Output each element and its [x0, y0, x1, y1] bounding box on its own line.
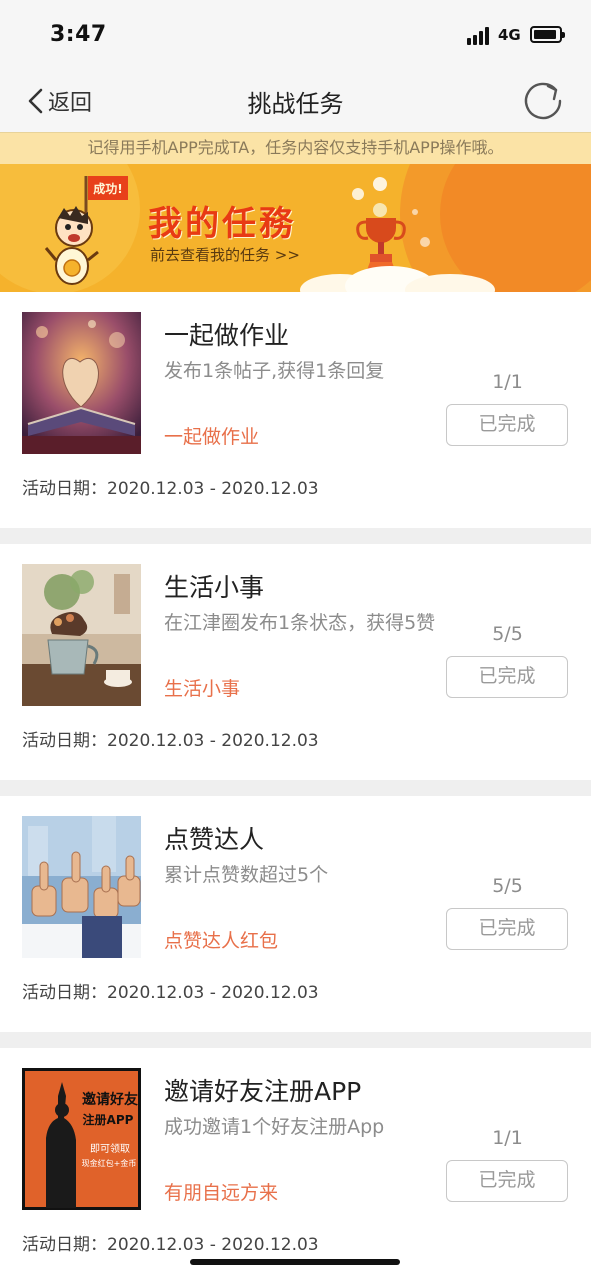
mascot-illustration: 成功! [44, 176, 128, 285]
task-card[interactable]: 生活小事 在江津圈发布1条状态，获得5赞 生活小事 5/5 已完成 活动日期：2… [0, 544, 591, 780]
cloud-illustration [300, 266, 495, 292]
signal-icon [467, 27, 491, 45]
poster-line4: 现金红包+金币 [82, 1158, 137, 1168]
task-name: 邀请好友注册APP [164, 1077, 362, 1106]
task-name: 点赞达人 [164, 825, 265, 854]
completed-button[interactable]: 已完成 [446, 656, 568, 698]
task-dates: 活动日期：2020.12.03 - 2020.12.03 [22, 983, 319, 1003]
refresh-icon [524, 82, 562, 120]
task-reward: 生活小事 [164, 678, 241, 700]
refresh-button[interactable] [520, 78, 566, 124]
task-dates: 活动日期：2020.12.03 - 2020.12.03 [22, 731, 319, 751]
task-reward: 一起做作业 [164, 426, 260, 448]
my-task-banner[interactable]: 成功! 我的任務 前去查看我的任务 >> [0, 164, 591, 292]
app-only-notice: 记得用手机APP完成TA，任务内容仅支持手机APP操作哦。 [0, 132, 591, 164]
task-reward: 有朋自远方来 [164, 1182, 279, 1204]
task-thumbnail-invite-poster: 邀请好友 注册APP 即可领取 现金红包+金币 [22, 1068, 141, 1210]
status-bar: 3:47 4G [0, 0, 591, 70]
task-progress: 5/5 [492, 875, 523, 897]
task-description: 发布1条帖子,获得1条回复 [164, 360, 385, 382]
task-name: 一起做作业 [164, 321, 290, 350]
task-description: 成功邀请1个好友注册App [164, 1116, 385, 1138]
completed-button[interactable]: 已完成 [446, 908, 568, 950]
poster-line1: 邀请好友 [82, 1091, 138, 1108]
completed-button[interactable]: 已完成 [446, 1160, 568, 1202]
completed-button[interactable]: 已完成 [446, 404, 568, 446]
task-card[interactable]: 点赞达人 累计点赞数超过5个 点赞达人红包 5/5 已完成 活动日期：2020.… [0, 796, 591, 1032]
task-name: 生活小事 [164, 573, 265, 602]
banner-badge: 成功! [93, 181, 122, 196]
task-thumbnail-teapot [22, 564, 141, 706]
task-progress: 1/1 [492, 1127, 523, 1149]
poster-line2: 注册APP [83, 1112, 134, 1127]
task-thumbnail-thumbs-up [22, 816, 141, 958]
task-description: 在江津圈发布1条状态，获得5赞 [164, 612, 436, 634]
page-title: 挑战任务 [247, 90, 344, 118]
task-dates: 活动日期：2020.12.03 - 2020.12.03 [22, 479, 319, 499]
task-progress: 1/1 [492, 371, 523, 393]
task-progress: 5/5 [492, 623, 523, 645]
battery-icon [530, 26, 565, 43]
task-description: 累计点赞数超过5个 [164, 864, 329, 886]
banner-link[interactable]: 前去查看我的任务 >> [150, 244, 300, 265]
task-dates: 活动日期：2020.12.03 - 2020.12.03 [22, 1235, 319, 1255]
task-card[interactable]: 一起做作业 发布1条帖子,获得1条回复 一起做作业 1/1 已完成 活动日期：2… [0, 292, 591, 528]
task-reward: 点赞达人红包 [164, 930, 279, 952]
poster-line3: 即可领取 [90, 1142, 130, 1155]
status-time: 3:47 [50, 22, 107, 47]
banner-title: 我的任務 [148, 204, 296, 244]
task-card[interactable]: 邀请好友 注册APP 即可领取 现金红包+金币 邀请好友注册APP 成功邀请1个… [0, 1048, 591, 1279]
network-label: 4G [498, 26, 521, 44]
home-indicator[interactable] [190, 1259, 400, 1265]
nav-bar: 返回 挑战任务 [0, 70, 591, 132]
task-thumbnail-book [22, 312, 141, 454]
